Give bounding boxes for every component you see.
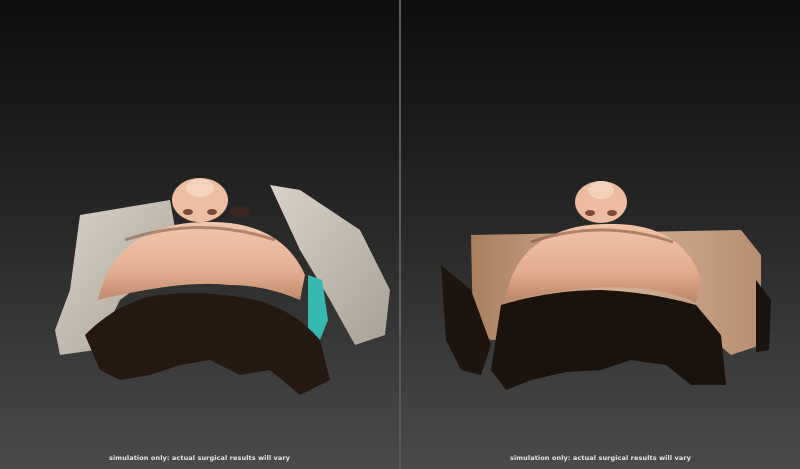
after-3d-model[interactable] <box>401 0 800 469</box>
disclaimer-text: simulation only: actual surgical results… <box>109 454 290 462</box>
disclaimer-text: simulation only: actual surgical results… <box>510 454 691 462</box>
before-3d-model[interactable] <box>0 0 399 469</box>
after-view-pane[interactable]: simulation only: actual surgical results… <box>401 0 800 469</box>
comparison-viewer: simulation only: actual surgical results… <box>0 0 800 469</box>
before-view-pane[interactable]: simulation only: actual surgical results… <box>0 0 399 469</box>
